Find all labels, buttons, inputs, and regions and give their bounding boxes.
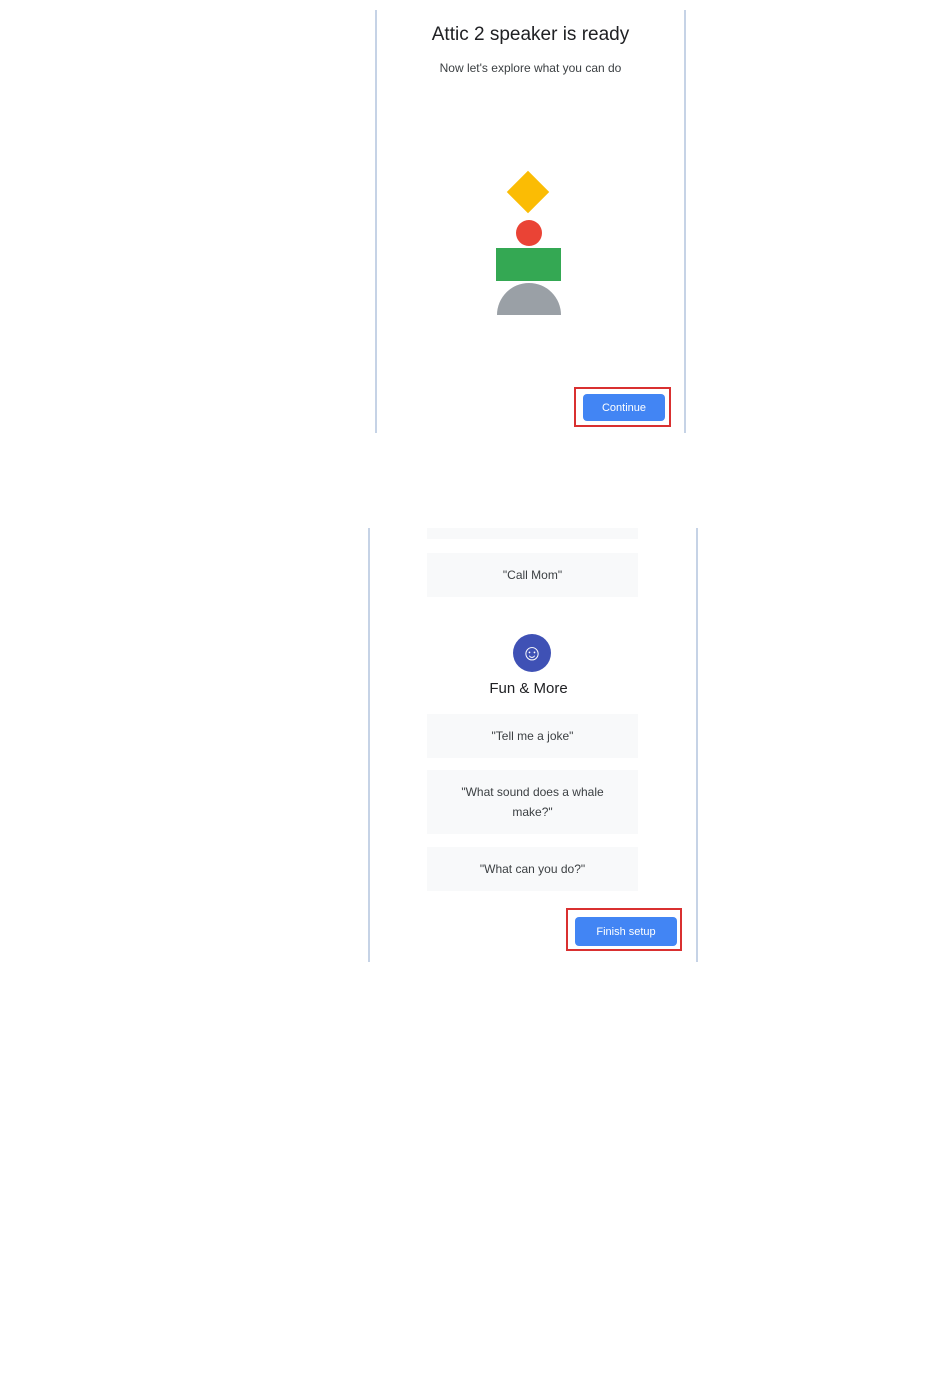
yellow-diamond-shape — [506, 170, 550, 214]
smiley-face-icon: ☺ — [513, 634, 551, 672]
green-rectangle-shape — [496, 248, 561, 281]
section-title-fun: Fun & More — [489, 680, 568, 697]
gray-semicircle-shape — [497, 283, 561, 315]
stacked-shapes-illustration — [375, 10, 686, 433]
frame-left-border — [368, 528, 370, 962]
screenshot-speaker-ready: Attic 2 speaker is ready Now let's explo… — [375, 10, 686, 433]
command-card-joke: "Tell me a joke" — [427, 714, 638, 758]
finish-setup-highlight-box: Finish setup — [566, 908, 682, 951]
command-card-partial — [427, 528, 638, 539]
command-card-what-can-you-do: "What can you do?" — [427, 847, 638, 891]
frame-right-border — [696, 528, 698, 962]
command-card-whale: "What sound does a whale make?" — [427, 770, 638, 834]
continue-highlight-box: Continue — [574, 387, 671, 427]
screenshot-explore-commands: "Call Mom" ☺ Fun & More "Tell me a joke"… — [368, 528, 699, 962]
command-card-call: "Call Mom" — [427, 553, 638, 597]
smiley-glyph: ☺ — [520, 640, 544, 665]
finish-setup-button[interactable]: Finish setup — [575, 917, 677, 946]
red-circle-shape — [516, 220, 542, 246]
continue-button[interactable]: Continue — [583, 394, 665, 421]
